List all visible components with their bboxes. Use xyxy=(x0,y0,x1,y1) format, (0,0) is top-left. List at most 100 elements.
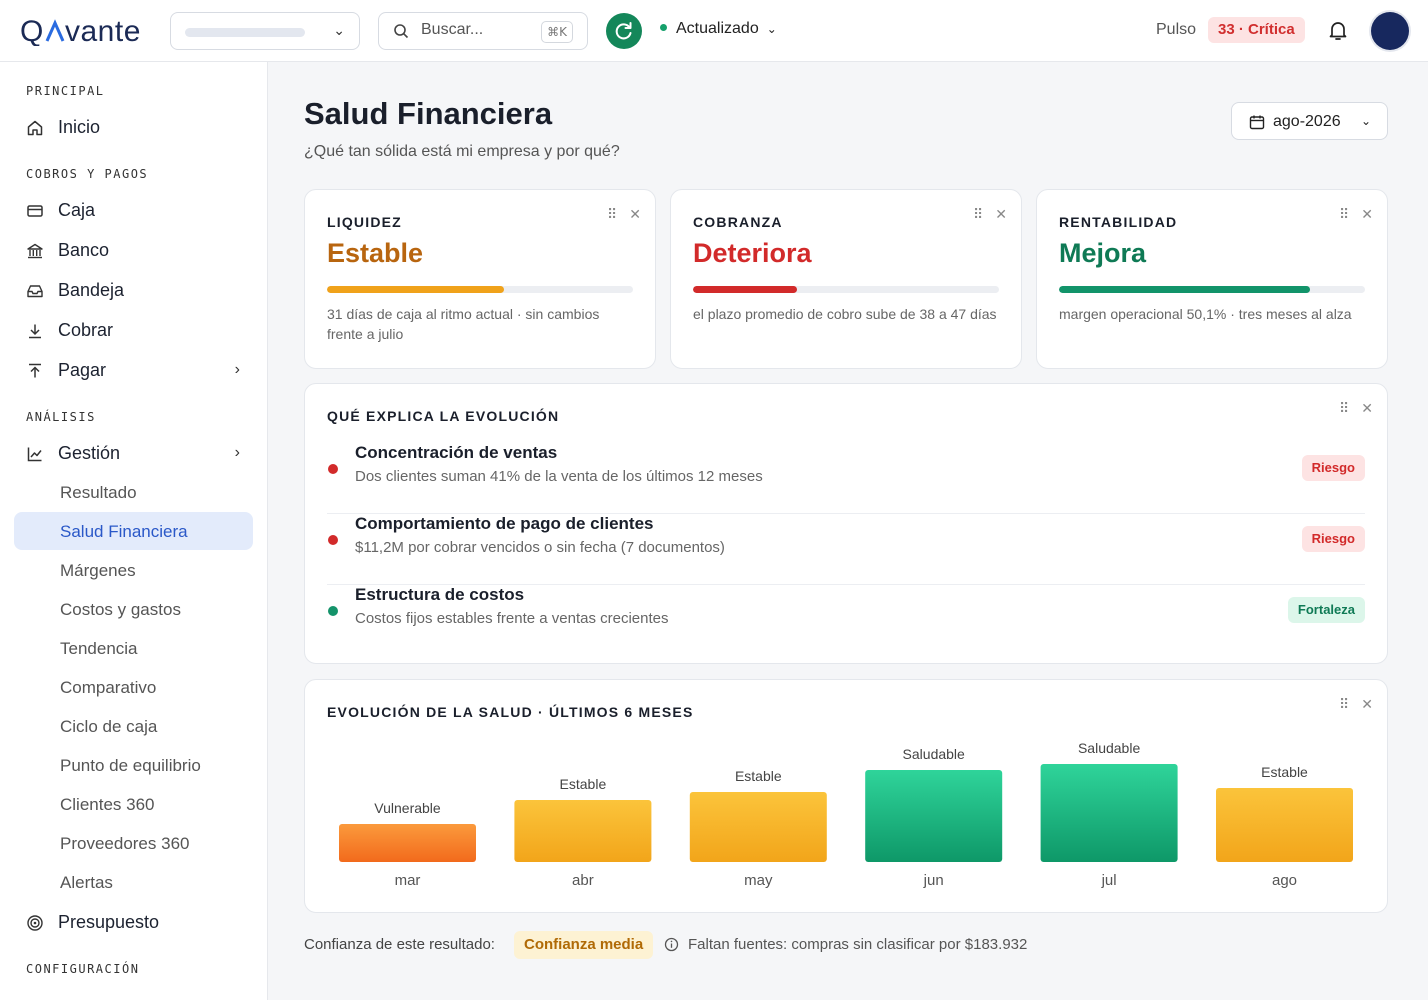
status-dot xyxy=(660,24,667,32)
bar-jun[interactable] xyxy=(865,770,1003,862)
sidebar-subitem-label: Clientes 360 xyxy=(60,795,155,814)
section-principal: PRINCIPAL xyxy=(26,84,105,98)
close-icon[interactable]: ✕ xyxy=(1361,400,1373,416)
inbox-icon xyxy=(27,285,43,298)
sidebar: PRINCIPAL Inicio COBROS Y PAGOS Caja Ban… xyxy=(0,62,268,1000)
missing-sources-note: Faltan fuentes: compras sin clasificar p… xyxy=(688,936,1028,953)
bar-mar[interactable] xyxy=(339,824,476,862)
factor-status-dot xyxy=(328,535,338,545)
drag-handle-icon[interactable]: ⠿ xyxy=(607,206,617,222)
sidebar-subitem-punto-equilibrio[interactable]: Punto de equilibrio xyxy=(14,746,253,784)
search-input[interactable] xyxy=(421,21,521,39)
factors-card: ⠿ ✕ QUÉ EXPLICA LA EVOLUCIÓN Concentració… xyxy=(304,383,1388,664)
bell-icon[interactable] xyxy=(1326,18,1350,42)
search-shortcut: ⌘K xyxy=(541,21,573,43)
card-tools: ⠿ ✕ xyxy=(961,206,1007,223)
sidebar-subitem-ciclo-caja[interactable]: Ciclo de caja xyxy=(14,707,253,745)
sidebar-subitem-label: Tendencia xyxy=(60,639,138,658)
period-label: ago-2026 xyxy=(1273,113,1341,130)
kpi-description: 31 días de caja al ritmo actual · sin ca… xyxy=(327,306,600,342)
sidebar-item-cobrar[interactable]: Cobrar xyxy=(14,311,254,349)
sidebar-subitem-label: Alertas xyxy=(60,873,113,892)
card-tools: ⠿ ✕ xyxy=(595,206,641,223)
factor-tag: Fortaleza xyxy=(1287,597,1365,623)
bar-may[interactable] xyxy=(689,792,827,862)
sidebar-item-label: Caja xyxy=(58,200,96,220)
kpi-value: Deteriora xyxy=(693,238,812,268)
sidebar-subitem-label: Márgenes xyxy=(60,561,136,580)
search-box[interactable]: ⌘K xyxy=(378,12,588,50)
sidebar-item-bandeja[interactable]: Bandeja xyxy=(14,271,254,309)
pulso-label: Pulso xyxy=(1156,21,1197,38)
kpi-progress-fill xyxy=(327,286,505,293)
drag-handle-icon[interactable]: ⠿ xyxy=(1339,206,1349,222)
sidebar-subitem-comparativo[interactable]: Comparativo xyxy=(14,668,253,706)
x-tick-label: ago xyxy=(1272,872,1297,889)
company-selector[interactable]: ⌄ xyxy=(170,12,360,50)
sidebar-subitem-label: Proveedores 360 xyxy=(60,834,190,853)
confidence-label: Confianza de este resultado: xyxy=(304,936,495,953)
info-icon[interactable] xyxy=(664,937,679,952)
factors-title: QUÉ EXPLICA LA EVOLUCIÓN xyxy=(327,408,560,424)
x-tick-label: mar xyxy=(395,872,421,889)
kpi-card-cobranza: ⠿ ✕ COBRANZA Deteriora el plazo promedio … xyxy=(670,189,1022,369)
page-subtitle: ¿Qué tan sólida está mi empresa y por qu… xyxy=(304,143,620,160)
company-name-redacted xyxy=(185,28,305,37)
line-chart-icon xyxy=(27,447,42,462)
bar-status-label: Saludable xyxy=(1078,740,1140,756)
sidebar-item-presupuesto[interactable]: Presupuesto xyxy=(14,903,254,941)
sidebar-item-gestion[interactable]: Gestión › xyxy=(14,434,254,472)
bar-abr[interactable] xyxy=(514,800,652,862)
factor-title: Comportamiento de pago de clientes xyxy=(355,514,654,533)
factor-row[interactable]: Estructura de costos Costos fijos establ… xyxy=(327,585,1365,656)
sidebar-subitem-tendencia[interactable]: Tendencia xyxy=(14,629,253,667)
sidebar-subitem-label: Punto de equilibrio xyxy=(60,756,201,775)
kpi-progress-fill xyxy=(1059,286,1310,293)
sidebar-item-pagar[interactable]: Pagar › xyxy=(14,351,254,389)
health-bar-chart: Vulnerable mar Estable abr Estable may Saludab… xyxy=(339,740,1353,889)
pulso-score-badge[interactable]: 33 · Crítica xyxy=(1208,17,1305,43)
bar-status-label: Estable xyxy=(735,768,782,784)
factor-title: Concentración de ventas xyxy=(355,443,558,462)
sidebar-item-label: Bandeja xyxy=(58,280,125,300)
sidebar-subitem-clientes-360[interactable]: Clientes 360 xyxy=(14,785,253,823)
sync-status-dropdown[interactable]: Actualizado ⌄ xyxy=(660,20,777,38)
x-tick-label: jun xyxy=(923,872,944,889)
sidebar-subitem-alertas[interactable]: Alertas xyxy=(14,863,253,901)
close-icon[interactable]: ✕ xyxy=(629,206,641,222)
period-selector[interactable]: ago-2026 ⌄ xyxy=(1231,102,1388,140)
kpi-progress-fill xyxy=(693,286,798,293)
factor-row[interactable]: Comportamiento de pago de clientes $11,2… xyxy=(327,514,1365,585)
sidebar-subitem-label: Salud Financiera xyxy=(60,522,188,541)
user-avatar[interactable] xyxy=(1371,12,1409,50)
sidebar-item-inicio[interactable]: Inicio xyxy=(14,108,254,146)
kpi-label: RENTABILIDAD xyxy=(1059,214,1178,230)
factor-tag: Riesgo xyxy=(1301,455,1365,481)
sidebar-subitem-proveedores-360[interactable]: Proveedores 360 xyxy=(14,824,253,862)
drag-handle-icon[interactable]: ⠿ xyxy=(1339,400,1349,416)
sidebar-subitem-costos-gastos[interactable]: Costos y gastos xyxy=(14,590,253,628)
sidebar-subitem-salud-financiera[interactable]: Salud Financiera xyxy=(14,512,253,550)
sidebar-subitem-resultado[interactable]: Resultado xyxy=(14,473,253,511)
sidebar-item-banco[interactable]: Banco xyxy=(14,231,254,269)
home-icon xyxy=(27,120,43,136)
close-icon[interactable]: ✕ xyxy=(1361,206,1373,222)
refresh-button[interactable] xyxy=(606,13,642,49)
factor-tag: Riesgo xyxy=(1301,526,1365,552)
sidebar-item-caja[interactable]: Caja xyxy=(14,191,254,229)
x-tick-label: may xyxy=(744,872,773,889)
chevron-down-icon: ⌄ xyxy=(333,22,345,38)
kpi-description: el plazo promedio de cobro sube de 38 a … xyxy=(693,306,997,322)
bar-ago[interactable] xyxy=(1216,788,1353,862)
brand-logo[interactable]: Q vante xyxy=(20,14,152,54)
calendar-icon xyxy=(1249,115,1265,130)
svg-text:Q: Q xyxy=(20,15,44,46)
logo-wordmark: Q vante xyxy=(20,15,140,48)
bar-jul[interactable] xyxy=(1040,764,1178,862)
close-icon[interactable]: ✕ xyxy=(995,206,1007,222)
factor-row[interactable]: Concentración de ventas Dos clientes sum… xyxy=(327,443,1365,514)
sync-status-label: Actualizado xyxy=(676,20,759,37)
drag-handle-icon[interactable]: ⠿ xyxy=(973,206,983,222)
sidebar-subitem-margenes[interactable]: Márgenes xyxy=(14,551,253,589)
sidebar-item-label: Gestión xyxy=(58,443,121,463)
